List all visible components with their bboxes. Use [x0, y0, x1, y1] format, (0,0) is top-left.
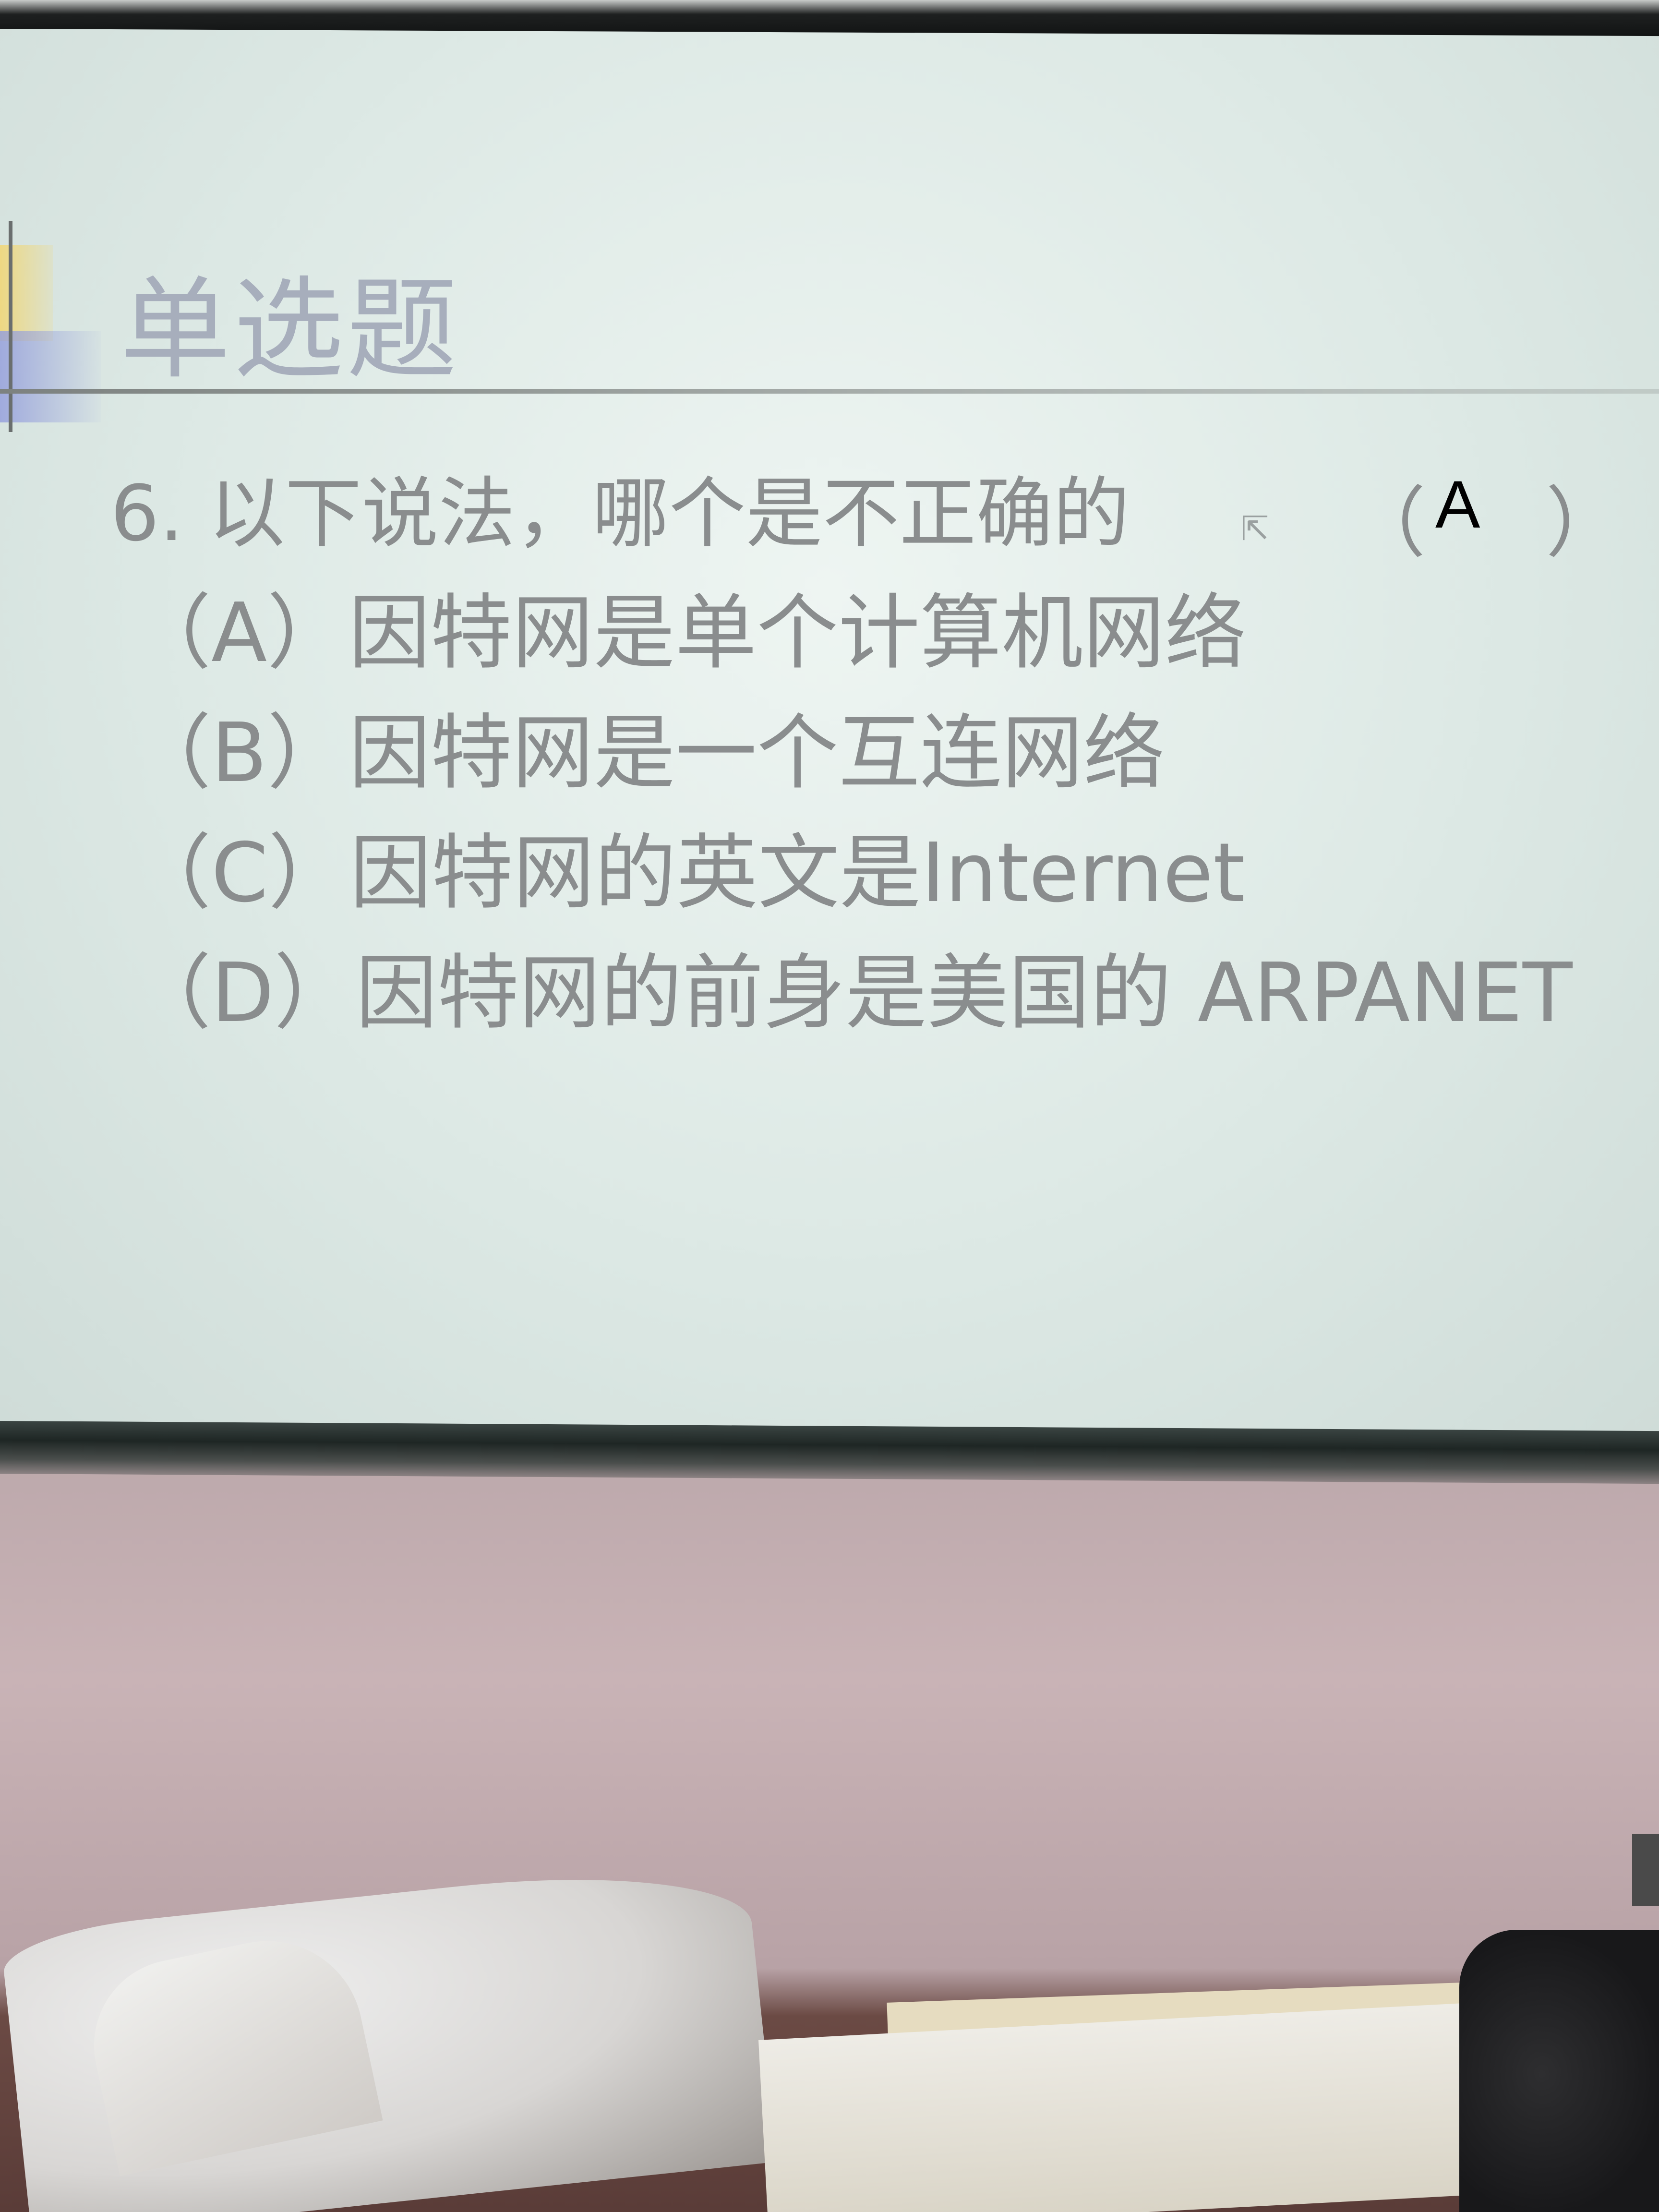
answer-open-paren: （	[1349, 478, 1426, 568]
slide-decoration-yellow	[0, 245, 53, 341]
answer-close-paren: ）	[1546, 478, 1623, 568]
dark-bag	[1459, 1930, 1659, 2212]
title-underline	[0, 389, 1659, 394]
open-notebook	[758, 2003, 1478, 2212]
question-text: 6. 以下说法，哪个是不正确的	[110, 469, 1130, 558]
option-a: （A）因特网是单个计算机网络	[130, 586, 1247, 681]
slide-decoration-blue	[0, 331, 101, 422]
option-c: （C）因特网的英文是Internet	[130, 826, 1245, 921]
answer-mark: A	[1435, 467, 1480, 542]
slide-title: 单选题	[120, 266, 460, 394]
option-b: （B）因特网是一个互连网络	[130, 706, 1165, 801]
screen-bottom-frame	[0, 1421, 1659, 1484]
classroom-photo: 单选题 6. 以下说法，哪个是不正确的 ⇱ （ A ） （A）因特网是单个计算机…	[0, 0, 1659, 2212]
wall-object	[1632, 1834, 1659, 1906]
mouse-cursor-icon: ⇱	[1241, 509, 1269, 548]
slide-decoration-line	[9, 221, 12, 432]
option-d: （D）因特网的前身是美国的 ARPANET	[130, 946, 1573, 1041]
